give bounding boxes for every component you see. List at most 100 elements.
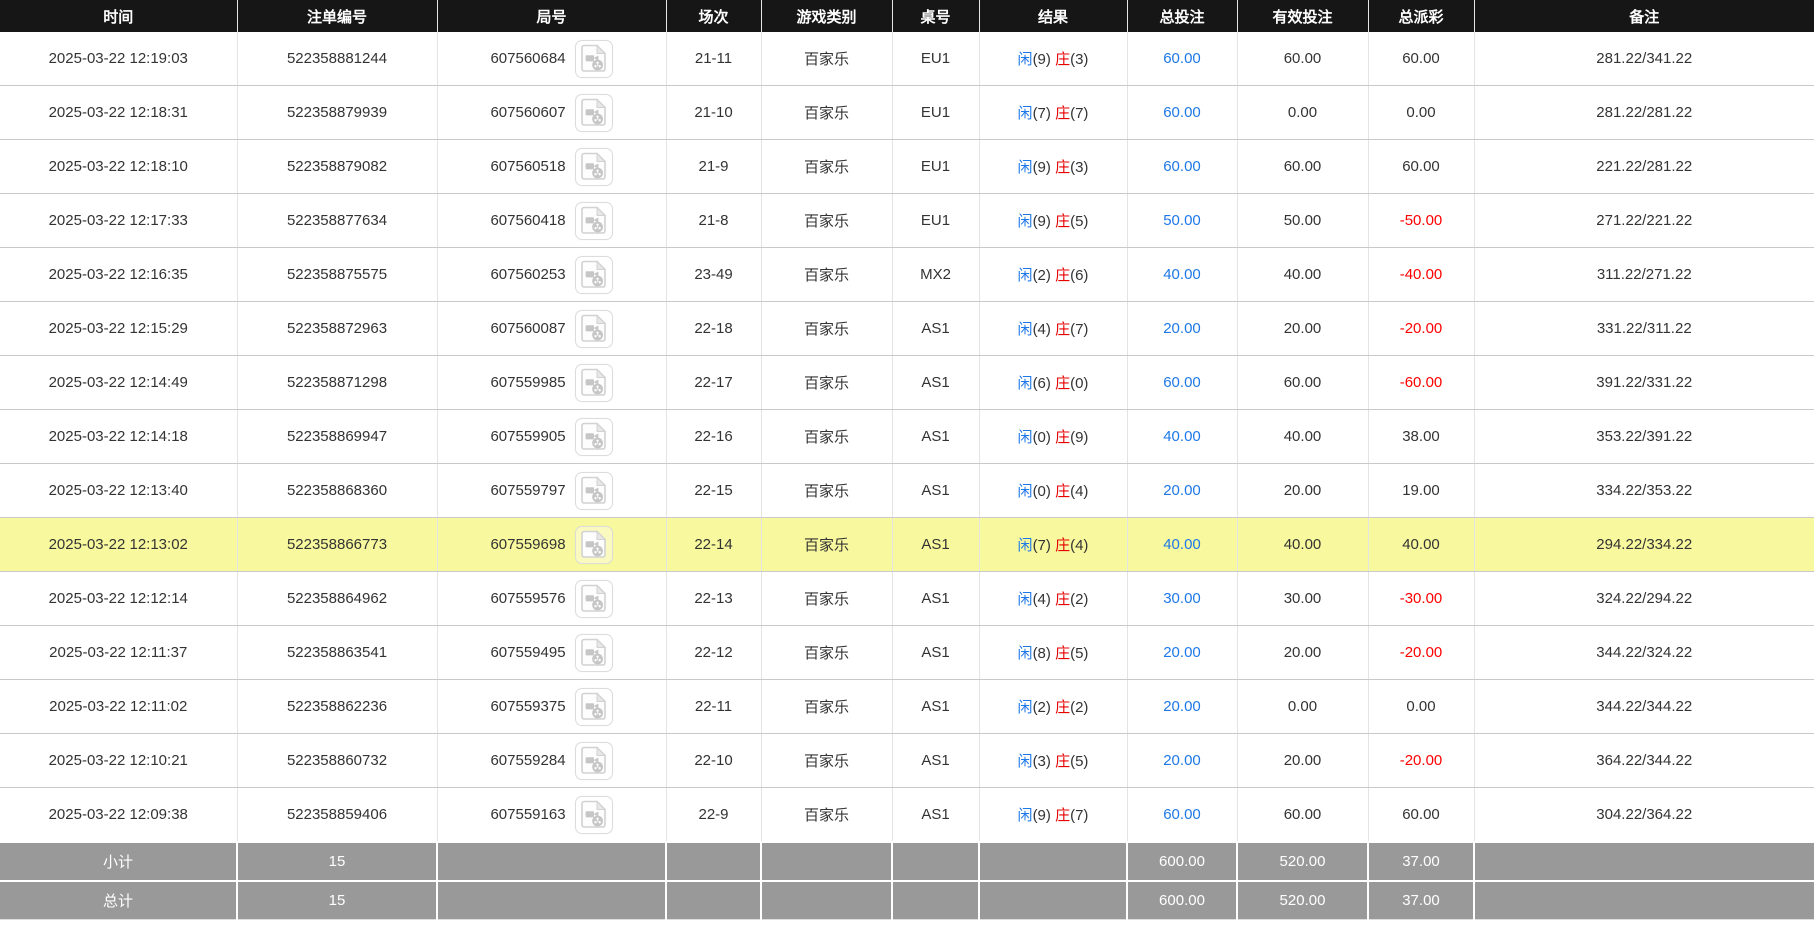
table-row[interactable]: 2025-03-22 12:18:31 522358879939 607560607… <box>0 85 1814 140</box>
summary-empty-result <box>978 841 1128 882</box>
video-replay-button[interactable] <box>574 39 613 78</box>
summary-empty-game <box>760 841 893 882</box>
video-replay-button[interactable] <box>574 579 613 618</box>
payout-value: -20.00 <box>1399 320 1443 337</box>
video-replay-button[interactable] <box>574 147 613 186</box>
total-bet-value: 20.00 <box>1163 698 1201 715</box>
table-row[interactable]: 2025-03-22 12:09:38 522358859406 607559163… <box>0 787 1814 843</box>
round-number-group: 607560684 <box>438 39 666 78</box>
total-bet-cell: 60.00 <box>1127 355 1238 410</box>
total-bet-cell: 30.00 <box>1127 571 1238 626</box>
time-cell: 2025-03-22 12:13:02 <box>0 517 238 572</box>
video-replay-button[interactable] <box>574 687 613 726</box>
video-replay-button[interactable] <box>574 471 613 510</box>
video-replay-button[interactable] <box>574 309 613 348</box>
table-row[interactable]: 2025-03-22 12:18:10 522358879082 607560518… <box>0 139 1814 194</box>
video-replay-button[interactable] <box>574 633 613 672</box>
game-type-cell: 百家乐 <box>761 733 893 788</box>
time-cell: 2025-03-22 12:16:35 <box>0 247 238 302</box>
total-bet-value: 20.00 <box>1163 752 1201 769</box>
video-replay-button[interactable] <box>574 525 613 564</box>
table-no-cell: AS1 <box>892 463 980 518</box>
round-number: 607560087 <box>490 320 566 337</box>
banker-result-label: 庄 <box>1055 645 1071 662</box>
table-no-cell: MX2 <box>892 247 980 302</box>
table-row[interactable]: 2025-03-22 12:13:40 522358868360 607559797… <box>0 463 1814 518</box>
round-number-group: 607560253 <box>438 255 666 294</box>
total-bet-value: 60.00 <box>1163 104 1201 121</box>
summary-empty-result <box>978 880 1128 920</box>
summary-empty-table <box>891 841 980 882</box>
table-row[interactable]: 2025-03-22 12:11:37 522358863541 607559495… <box>0 625 1814 680</box>
video-replay-button[interactable] <box>574 417 613 456</box>
total-bet-cell: 20.00 <box>1127 679 1238 734</box>
summary-total-bet-cell: 600.00 <box>1126 841 1238 882</box>
round-number-group: 607560418 <box>438 201 666 240</box>
banker-result-value: (4) <box>1070 537 1089 554</box>
table-row[interactable]: 2025-03-22 12:13:02 522358866773 607559698… <box>0 517 1814 572</box>
round-number-group: 607559576 <box>438 579 666 618</box>
summary-label-cell: 小计 <box>0 841 238 882</box>
round-number-group: 607559375 <box>438 687 666 726</box>
table-row[interactable]: 2025-03-22 12:11:02 522358862236 607559375… <box>0 679 1814 734</box>
total-bet-cell: 20.00 <box>1127 733 1238 788</box>
total-bet-cell: 20.00 <box>1127 463 1238 518</box>
valid-bet-cell: 40.00 <box>1237 409 1369 464</box>
remark-cell: 364.22/344.22 <box>1474 733 1814 788</box>
time-cell: 2025-03-22 12:18:31 <box>0 85 238 140</box>
total-bet-cell: 20.00 <box>1127 301 1238 356</box>
round-number: 607560518 <box>490 158 566 175</box>
round-number-group: 607559495 <box>438 633 666 672</box>
round-number-group: 607560607 <box>438 93 666 132</box>
payout-cell: 38.00 <box>1368 409 1475 464</box>
total-bet-value: 20.00 <box>1163 320 1201 337</box>
table-no-cell: AS1 <box>892 733 980 788</box>
banker-result-label: 庄 <box>1055 159 1071 176</box>
table-row[interactable]: 2025-03-22 12:14:18 522358869947 607559905… <box>0 409 1814 464</box>
round-number-group: 607559163 <box>438 795 666 834</box>
result-cell: 闲(6) 庄(0) <box>979 355 1128 410</box>
payout-value: 60.00 <box>1402 158 1440 175</box>
round-number: 607559698 <box>490 536 566 553</box>
video-replay-button[interactable] <box>574 201 613 240</box>
bet-id-cell: 522358868360 <box>237 463 438 518</box>
table-row[interactable]: 2025-03-22 12:16:35 522358875575 607560253… <box>0 247 1814 302</box>
game-type-cell: 百家乐 <box>761 571 893 626</box>
video-replay-button[interactable] <box>574 795 613 834</box>
player-result-value: (2) <box>1032 267 1051 284</box>
time-cell: 2025-03-22 12:09:38 <box>0 787 238 843</box>
payout-value: -60.00 <box>1399 374 1443 391</box>
valid-bet-cell: 60.00 <box>1237 32 1369 86</box>
payout-value: -30.00 <box>1399 590 1443 607</box>
remark-cell: 294.22/334.22 <box>1474 517 1814 572</box>
payout-cell: 0.00 <box>1368 679 1475 734</box>
summary-empty-table <box>891 880 980 920</box>
session-cell: 22-12 <box>666 625 762 680</box>
table-row[interactable]: 2025-03-22 12:17:33 522358877634 607560418… <box>0 193 1814 248</box>
game-type-cell: 百家乐 <box>761 247 893 302</box>
session-cell: 22-18 <box>666 301 762 356</box>
result-cell: 闲(7) 庄(4) <box>979 517 1128 572</box>
result-cell: 闲(9) 庄(3) <box>979 139 1128 194</box>
video-replay-button[interactable] <box>574 255 613 294</box>
subtotal-row: 小计 15 600.00 520.00 37.00 <box>0 841 1814 882</box>
total-bet-cell: 60.00 <box>1127 139 1238 194</box>
table-row[interactable]: 2025-03-22 12:19:03 522358881244 607560684… <box>0 32 1814 86</box>
video-replay-button[interactable] <box>574 93 613 132</box>
col-header-valid-bet: 有效投注 <box>1237 0 1369 32</box>
player-result-value: (4) <box>1032 321 1051 338</box>
table-row[interactable]: 2025-03-22 12:14:49 522358871298 607559985… <box>0 355 1814 410</box>
table-row[interactable]: 2025-03-22 12:15:29 522358872963 607560087… <box>0 301 1814 356</box>
player-result-value: (0) <box>1032 429 1051 446</box>
col-header-session: 场次 <box>666 0 762 32</box>
banker-result-label: 庄 <box>1055 537 1071 554</box>
total-bet-cell: 40.00 <box>1127 409 1238 464</box>
payout-value: 60.00 <box>1402 50 1440 67</box>
video-replay-button[interactable] <box>574 741 613 780</box>
table-row[interactable]: 2025-03-22 12:10:21 522358860732 607559284… <box>0 733 1814 788</box>
player-result-label: 闲 <box>1017 213 1033 230</box>
video-replay-button[interactable] <box>574 363 613 402</box>
table-no-cell: AS1 <box>892 679 980 734</box>
payout-cell: 19.00 <box>1368 463 1475 518</box>
table-row[interactable]: 2025-03-22 12:12:14 522358864962 607559576… <box>0 571 1814 626</box>
